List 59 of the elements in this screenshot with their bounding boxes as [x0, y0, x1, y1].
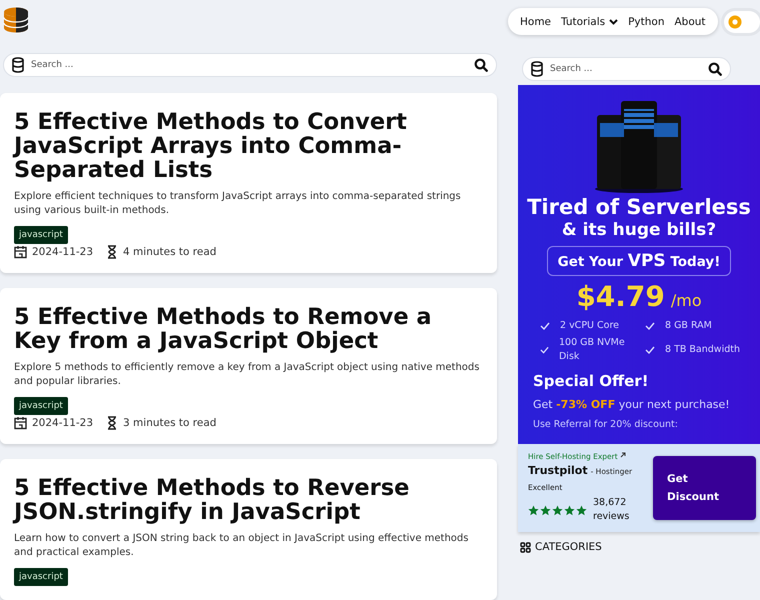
offer-text: Get -73% OFF your next purchase!	[532, 398, 731, 411]
nav-link[interactable]: Python	[628, 16, 664, 28]
discount-button[interactable]: Get Discount	[653, 456, 756, 520]
check-icon	[540, 322, 550, 330]
check-icon	[645, 322, 655, 330]
search-field[interactable]: Search ...	[3, 53, 497, 77]
search-field[interactable]: Search ...	[522, 57, 731, 81]
search-icon	[708, 62, 722, 76]
trustpilot-label: Trustpilot	[528, 464, 588, 477]
calendar-icon	[14, 416, 27, 430]
feature-text: 8 GB RAM	[665, 319, 712, 333]
offer-title: Special Offer!	[532, 372, 650, 390]
star-icon	[540, 504, 551, 516]
publish-date: 2024-11-23	[32, 246, 94, 258]
referral-text: Use Referral for 20% discount:	[532, 419, 679, 430]
calendar-icon	[14, 245, 27, 259]
star-icon	[564, 504, 575, 516]
publish-date: 2024-11-23	[32, 417, 94, 429]
database-icon	[12, 57, 24, 73]
nav-link[interactable]: Home	[520, 16, 552, 28]
sun-icon	[728, 14, 742, 28]
star-icon	[576, 504, 587, 516]
tag[interactable]: javascript	[14, 568, 68, 586]
check-icon	[645, 346, 655, 354]
logo-icon	[2, 6, 30, 34]
read-time: 4 minutes to read	[123, 246, 216, 258]
categories-heading: CATEGORIES	[535, 541, 602, 553]
search-icon	[474, 58, 488, 72]
chevron-icon	[609, 18, 618, 24]
review-count: 38,672	[593, 496, 628, 510]
review-label: reviews	[593, 510, 630, 524]
ad-headline: Tired of Serverless	[527, 195, 751, 219]
article-title[interactable]: 5 Effective Methods to Reverse JSON.stringify in JavaScript	[14, 476, 483, 524]
tag[interactable]: javascript	[14, 397, 68, 415]
nav-link[interactable]: About	[674, 16, 706, 28]
article-summary: Explore efficient techniques to transform JavaScript arrays into comma-separated strings using various built-in methods.	[14, 190, 462, 218]
ad-subheadline: & its huge bills?	[562, 220, 716, 240]
price: $4.79	[576, 280, 665, 313]
article-title[interactable]: 5 Effective Methods to Convert JavaScript Arrays into Comma-Separated Lists	[14, 110, 483, 182]
hourglass-icon	[106, 416, 118, 430]
price-period: /mo	[670, 291, 702, 310]
feature-text: 8 TB Bandwidth	[665, 343, 740, 357]
feature-text: 100 GB NVMe Disk	[558, 336, 626, 364]
database-icon	[531, 61, 543, 77]
article-title[interactable]: 5 Effective Methods to Remove a Key from a JavaScript Object	[14, 305, 483, 353]
feature-text: 2 vCPU Core	[560, 319, 620, 333]
article-summary: Explore 5 methods to efficiently remove a key from a JavaScript object using native methods and popular libraries.	[14, 361, 480, 389]
hourglass-icon	[106, 245, 118, 259]
read-time: 3 minutes to read	[123, 417, 216, 429]
star-icon	[528, 504, 539, 516]
nav-link[interactable]: Tutorials	[561, 16, 618, 28]
external-link-icon	[620, 452, 626, 458]
star-icon	[552, 504, 563, 516]
grid-icon	[520, 542, 531, 552]
theme-toggle[interactable]	[724, 10, 760, 32]
article-summary: Learn how to convert a JSON string back to an object in JavaScript using effective methods and practical examples.	[14, 532, 470, 560]
vps-link[interactable]: Get Your VPS Today!	[546, 246, 732, 276]
tag[interactable]: javascript	[14, 226, 68, 244]
check-icon	[540, 346, 549, 354]
